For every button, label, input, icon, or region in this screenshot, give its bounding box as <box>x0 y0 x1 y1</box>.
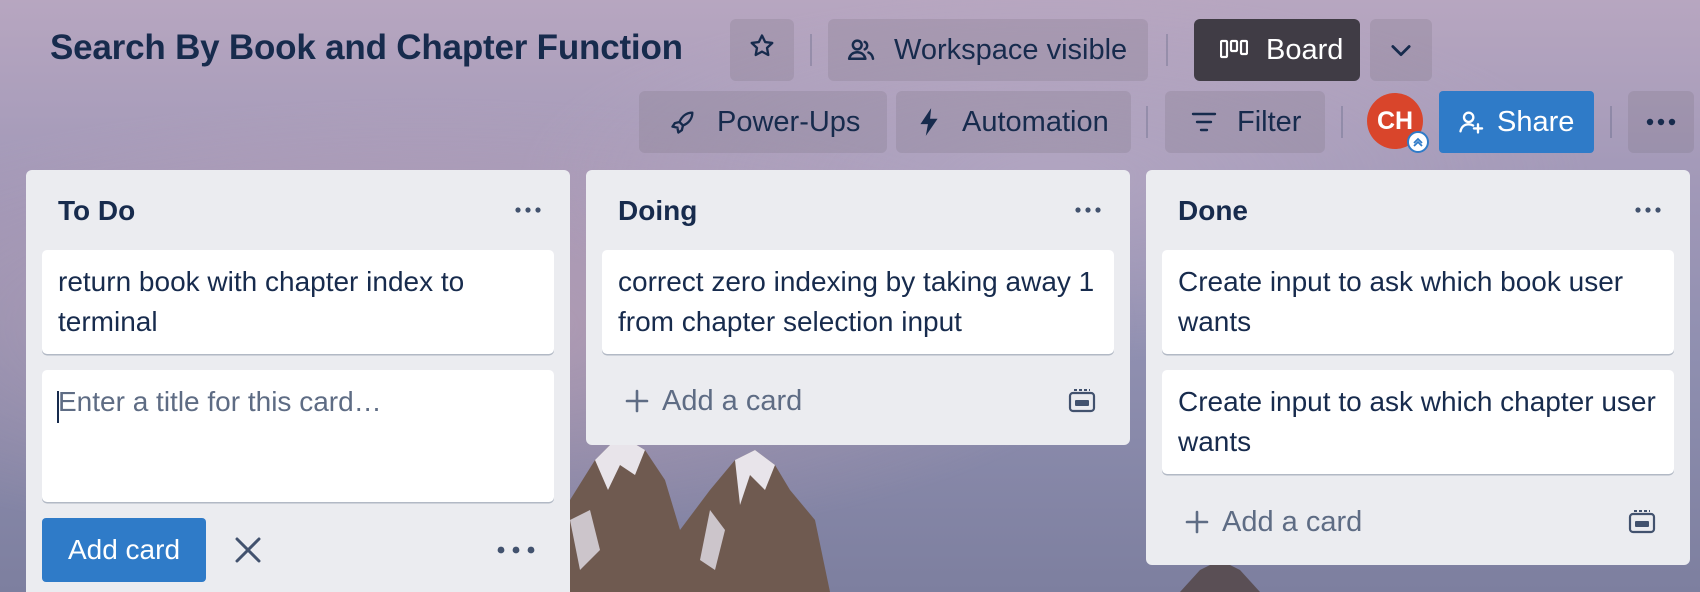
filter-icon <box>1191 111 1217 133</box>
automation-label: Automation <box>962 105 1109 138</box>
list-menu-button[interactable] <box>1068 190 1108 230</box>
plus-icon <box>1184 509 1210 535</box>
card[interactable]: Create input to ask which chapter user w… <box>1162 370 1674 474</box>
filter-label: Filter <box>1237 105 1302 138</box>
automation-button[interactable]: Automation <box>896 91 1131 153</box>
card[interactable]: Create input to ask which book user want… <box>1162 250 1674 354</box>
card-template-button[interactable] <box>1624 504 1660 540</box>
more-icon <box>515 207 541 213</box>
share-label: Share <box>1497 105 1575 138</box>
card[interactable]: return book with chapter index to termin… <box>42 250 554 354</box>
board-icon <box>1220 39 1248 61</box>
star-button[interactable] <box>730 19 794 81</box>
member-avatar[interactable]: CH <box>1367 93 1429 153</box>
list-title[interactable]: Done <box>1178 195 1248 227</box>
header-divider <box>1146 106 1148 138</box>
chevron-down-icon <box>1387 36 1415 64</box>
add-a-card-label: Add a card <box>662 384 803 417</box>
composer-options-button[interactable] <box>494 530 538 570</box>
header-divider <box>1341 106 1343 138</box>
list-done: Done Create input to ask which book user… <box>1146 170 1690 565</box>
close-icon <box>232 534 264 566</box>
view-switcher-button[interactable] <box>1370 19 1432 81</box>
board-menu-button[interactable] <box>1628 91 1694 153</box>
list-doing: Doing correct zero indexing by taking aw… <box>586 170 1130 445</box>
admin-badge-icon <box>1407 131 1429 153</box>
add-a-card-button[interactable]: Add a card <box>1162 491 1674 553</box>
list-menu-button[interactable] <box>508 190 548 230</box>
power-ups-button[interactable]: Power-Ups <box>639 91 887 153</box>
add-card-button[interactable]: Add card <box>42 518 206 582</box>
plus-icon <box>624 388 650 414</box>
list-title[interactable]: Doing <box>618 195 697 227</box>
workspace-visibility-label: Workspace visible <box>894 33 1128 66</box>
add-a-card-label: Add a card <box>1222 505 1363 538</box>
lightning-icon <box>916 107 942 137</box>
more-icon <box>497 546 535 554</box>
avatar-initials: CH <box>1376 106 1414 135</box>
card[interactable]: correct zero indexing by taking away 1 f… <box>602 250 1114 354</box>
more-icon <box>1646 118 1676 126</box>
add-a-card-button[interactable]: Add a card <box>602 370 1114 432</box>
list-title[interactable]: To Do <box>58 195 135 227</box>
more-icon <box>1635 207 1661 213</box>
filter-button[interactable]: Filter <box>1165 91 1325 153</box>
star-icon <box>748 32 776 68</box>
list-to-do: To Do return book with chapter index to … <box>26 170 570 592</box>
people-icon <box>846 35 876 65</box>
share-button[interactable]: Share <box>1439 91 1594 153</box>
header-divider <box>810 34 812 66</box>
board-view-button[interactable]: Board <box>1194 19 1360 81</box>
more-icon <box>1075 207 1101 213</box>
board-title[interactable]: Search By Book and Chapter Function <box>50 28 683 68</box>
power-ups-label: Power-Ups <box>717 105 861 138</box>
board-view-label: Board <box>1266 33 1344 66</box>
header-divider <box>1610 106 1612 138</box>
text-cursor <box>57 391 59 423</box>
list-menu-button[interactable] <box>1628 190 1668 230</box>
header-divider <box>1166 34 1168 66</box>
template-icon <box>1628 509 1656 535</box>
add-member-icon <box>1457 108 1485 136</box>
workspace-visibility-button[interactable]: Workspace visible <box>828 19 1148 81</box>
card-template-button[interactable] <box>1064 383 1100 419</box>
template-icon <box>1068 388 1096 414</box>
rocket-icon <box>669 108 697 136</box>
close-composer-button[interactable] <box>226 528 270 572</box>
card-title-input[interactable] <box>42 370 554 502</box>
